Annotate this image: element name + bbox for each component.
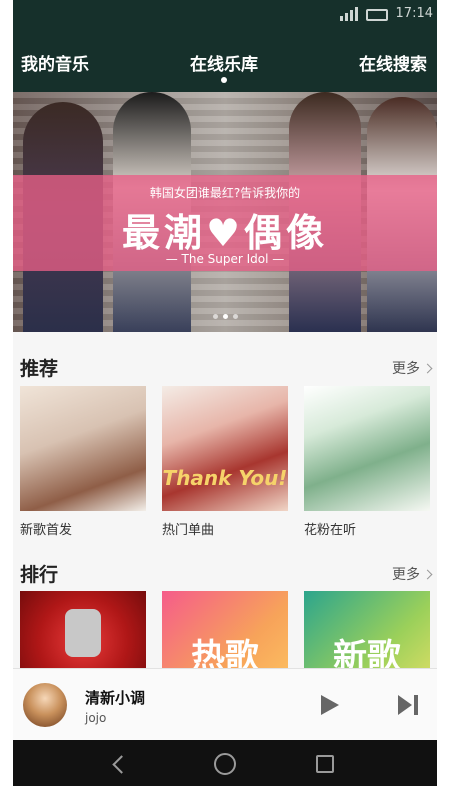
- recommend-card-new-songs[interactable]: 新歌首发: [20, 386, 146, 538]
- tab-my-music[interactable]: 我的音乐: [21, 50, 89, 75]
- chevron-right-icon: [422, 569, 433, 579]
- ranking-title: 排行: [20, 564, 59, 586]
- app-screen: 17:14 我的音乐 在线乐库 在线搜索 韩国女团谁最红?告诉我你的 最潮♥偶像…: [13, 0, 437, 786]
- status-icons: 17:14: [339, 6, 433, 21]
- chevron-right-icon: [422, 363, 433, 373]
- mini-player[interactable]: 清新小调 jojo: [13, 668, 437, 741]
- card-label: 新歌首发: [20, 523, 73, 538]
- tab-online-search[interactable]: 在线搜索: [359, 50, 427, 75]
- play-icon[interactable]: [321, 695, 339, 715]
- ranking-header: 排行 更多: [13, 560, 437, 590]
- thumbnail-text: Thank You!: [162, 466, 288, 490]
- banner-subtitle: 韩国女团谁最红?告诉我你的: [149, 186, 301, 200]
- top-nav: 我的音乐 在线乐库 在线搜索: [13, 30, 437, 92]
- card-thumbnail: Thank You!: [162, 386, 288, 511]
- more-label: 更多: [392, 567, 420, 583]
- card-thumbnail: [304, 386, 430, 511]
- card-label: 热门单曲: [162, 523, 215, 538]
- status-time: 17:14: [395, 6, 433, 21]
- carousel-dot: [232, 314, 238, 319]
- banner-title: 最潮♥偶像: [121, 211, 329, 255]
- battery-icon: [365, 9, 388, 21]
- more-label: 更多: [392, 361, 420, 377]
- album-avatar[interactable]: [23, 683, 67, 727]
- banner-tagline: — The Super Idol —: [165, 252, 285, 266]
- next-track-icon[interactable]: [398, 695, 422, 715]
- card-thumbnail: [20, 386, 146, 511]
- signal-icon: [339, 7, 358, 21]
- system-nav-bar: [13, 740, 437, 786]
- recent-apps-icon[interactable]: [316, 755, 334, 773]
- artist-name: jojo: [85, 711, 107, 725]
- ranking-more-button[interactable]: 更多: [392, 564, 433, 584]
- recommend-more-button[interactable]: 更多: [392, 358, 433, 378]
- recommend-card-hot-singles[interactable]: Thank You! 热门单曲: [162, 386, 288, 538]
- recommend-header: 推荐 更多: [13, 354, 437, 384]
- carousel-dot-active: [222, 314, 228, 319]
- active-tab-indicator: [221, 77, 227, 83]
- back-icon[interactable]: [111, 754, 131, 774]
- device-frame: 17:14 我的音乐 在线乐库 在线搜索 韩国女团谁最红?告诉我你的 最潮♥偶像…: [0, 0, 450, 800]
- tab-online-library[interactable]: 在线乐库: [190, 50, 258, 75]
- song-title: 清新小调: [85, 689, 146, 707]
- recommend-title: 推荐: [20, 358, 59, 380]
- microphone-hand-icon: [65, 609, 101, 657]
- status-bar: 17:14: [13, 0, 437, 30]
- recommend-card-fans-listening[interactable]: 花粉在听: [304, 386, 430, 538]
- carousel-indicator: [13, 314, 437, 319]
- promo-banner[interactable]: 韩国女团谁最红?告诉我你的 最潮♥偶像 — The Super Idol —: [13, 92, 437, 332]
- carousel-dot: [212, 314, 218, 319]
- card-label: 花粉在听: [304, 523, 357, 538]
- home-icon[interactable]: [214, 753, 236, 775]
